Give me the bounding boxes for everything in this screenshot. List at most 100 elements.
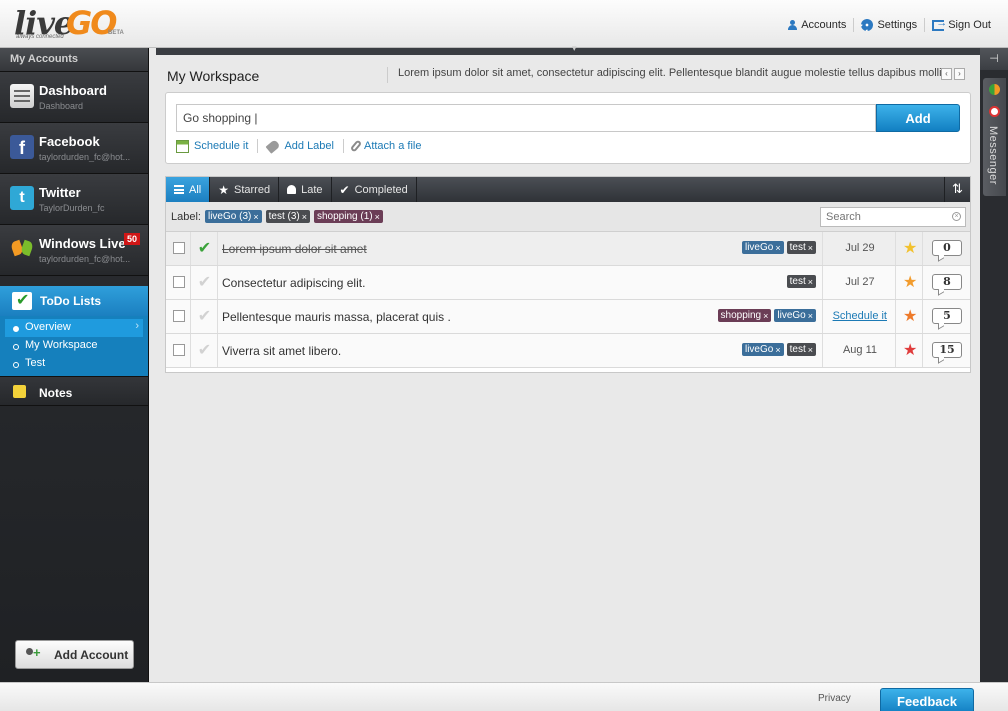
todo-lists-label: ToDo Lists — [40, 294, 102, 308]
remove-icon[interactable]: × — [775, 345, 780, 355]
task-tag-text: test — [789, 276, 806, 287]
comment-count-icon[interactable]: 15 — [932, 342, 962, 358]
task-text[interactable]: Lorem ipsum dolor sit amet — [222, 242, 367, 256]
task-tag[interactable]: liveGo × — [741, 343, 784, 356]
clear-search-icon[interactable]: × — [952, 212, 961, 221]
sidebar-account-windows-live[interactable]: Windows Live taylordurden_fc@hot... 50 — [0, 225, 148, 276]
complete-check-icon[interactable]: ✔ — [192, 266, 218, 299]
label-chip-text: shopping (1) — [317, 211, 373, 222]
privacy-link[interactable]: Privacy — [818, 693, 851, 704]
label-chip-livego[interactable]: liveGo (3) × — [204, 210, 262, 223]
column-divider — [922, 266, 923, 299]
remove-icon[interactable]: × — [808, 311, 813, 321]
account-subtitle: taylordurden_fc@hot... — [39, 254, 131, 264]
remove-icon[interactable]: × — [775, 243, 780, 253]
accounts-link[interactable]: Accounts — [780, 19, 853, 31]
star-icon[interactable]: ★ — [903, 306, 917, 326]
add-account-button[interactable]: Add Account — [15, 640, 134, 669]
task-tag[interactable]: test × — [786, 275, 816, 288]
task-tag[interactable]: shopping × — [717, 309, 772, 322]
sign-out-link[interactable]: Sign Out — [925, 17, 998, 31]
account-name: Facebook — [39, 134, 100, 149]
comment-count-icon[interactable]: 8 — [932, 274, 962, 290]
filter-late[interactable]: Late — [279, 177, 332, 202]
schedule-it-link[interactable]: Schedule it — [833, 310, 887, 322]
task-options: Schedule it Add Label Attach a file — [176, 138, 421, 154]
task-tag[interactable]: liveGo × — [741, 241, 784, 254]
sort-icon[interactable]: ⇅ — [944, 177, 970, 202]
comment-count-icon[interactable]: 0 — [932, 240, 962, 256]
account-subtitle: taylordurden_fc@hot... — [39, 152, 131, 162]
sidebar-account-twitter[interactable]: t Twitter TaylorDurden_fc — [0, 174, 148, 225]
task-row[interactable]: ✔ Viverra sit amet libero. liveGo × test × Aug… — [166, 334, 970, 368]
todo-item-label: My Workspace — [25, 339, 98, 351]
add-task-button[interactable]: Add — [876, 104, 960, 132]
todo-item-my-workspace[interactable]: My Workspace — [5, 337, 143, 355]
calendar-icon — [176, 139, 189, 153]
remove-icon[interactable]: × — [253, 212, 258, 222]
remove-icon[interactable]: × — [808, 345, 813, 355]
complete-check-icon[interactable]: ✔ — [192, 300, 218, 333]
todo-item-test[interactable]: Test — [5, 355, 143, 373]
task-tag[interactable]: liveGo × — [774, 309, 816, 322]
checkbox-cell — [166, 232, 191, 265]
pin-icon[interactable]: ⊣ — [980, 48, 1008, 70]
remove-icon[interactable]: × — [763, 311, 768, 321]
livego-logo[interactable]: live GO always connected BETA — [14, 4, 132, 44]
remove-icon[interactable]: × — [808, 277, 813, 287]
complete-check-icon[interactable]: ✔ — [192, 232, 218, 265]
settings-label: Settings — [877, 19, 918, 31]
ticker-prev-button[interactable]: ‹ — [941, 68, 952, 80]
label-chip-test[interactable]: test (3) × — [265, 210, 310, 223]
sidebar-account-dashboard[interactable]: Dashboard Dashboard — [0, 72, 148, 123]
task-tag[interactable]: test × — [786, 343, 816, 356]
filter-all[interactable]: All — [166, 177, 211, 202]
sidebar-notes[interactable]: Notes — [0, 376, 148, 406]
todo-item-overview[interactable]: Overview › — [5, 319, 143, 337]
filter-completed[interactable]: ✔ Completed — [332, 177, 417, 202]
chat-service-icon — [989, 84, 1000, 95]
checkbox-cell — [166, 266, 191, 299]
task-text[interactable]: Consectetur adipiscing elit. — [222, 276, 365, 290]
task-row[interactable]: ✔ Consectetur adipiscing elit. test × Jul 27… — [166, 266, 970, 300]
sidebar-account-facebook[interactable]: f Facebook taylordurden_fc@hot... — [0, 123, 148, 174]
complete-check-icon[interactable]: ✔ — [192, 334, 218, 367]
label-chip-shopping[interactable]: shopping (1) × — [314, 210, 383, 223]
star-icon[interactable]: ★ — [903, 272, 917, 292]
task-row[interactable]: ✔ Pellentesque mauris massa, placerat qui… — [166, 300, 970, 334]
ticker-next-button[interactable]: › — [954, 68, 965, 80]
news-ticker: Lorem ipsum dolor sit amet, consectetur … — [387, 67, 970, 83]
attach-file-link[interactable]: Attach a file — [349, 139, 421, 153]
collapse-strip[interactable] — [156, 43, 980, 55]
comment-count-icon[interactable]: 5 — [932, 308, 962, 324]
feedback-button[interactable]: Feedback — [880, 688, 974, 711]
filter-bar: All ★ Starred Late ✔ Completed ⇅ — [166, 177, 970, 202]
task-checkbox[interactable] — [173, 344, 185, 356]
remove-icon[interactable]: × — [302, 212, 307, 222]
task-text[interactable]: Pellentesque mauris massa, placerat quis… — [222, 310, 451, 324]
remove-icon[interactable]: × — [808, 243, 813, 253]
remove-icon[interactable]: × — [375, 212, 380, 222]
messenger-tab[interactable]: Messenger — [983, 78, 1006, 196]
star-icon[interactable]: ★ — [903, 238, 917, 258]
settings-link[interactable]: Settings — [854, 19, 924, 31]
top-header: live GO always connected BETA Accounts S… — [0, 0, 1008, 48]
task-row[interactable]: ✔ Lorem ipsum dolor sit amet liveGo × test × J… — [166, 232, 970, 266]
label-search-input[interactable] — [820, 207, 966, 227]
account-subtitle: TaylorDurden_fc — [39, 203, 105, 213]
schedule-it-link[interactable]: Schedule it — [176, 139, 248, 153]
filter-starred[interactable]: ★ Starred — [210, 177, 280, 202]
task-checkbox[interactable] — [173, 310, 185, 322]
column-divider — [922, 232, 923, 265]
task-text[interactable]: Viverra sit amet libero. — [222, 344, 341, 358]
new-task-input[interactable] — [176, 104, 876, 132]
sign-out-label: Sign Out — [948, 19, 991, 31]
due-date-cell: Jul 27 — [822, 266, 896, 299]
task-checkbox[interactable] — [173, 242, 185, 254]
task-checkbox[interactable] — [173, 276, 185, 288]
add-label-link[interactable]: Add Label — [265, 138, 334, 154]
paperclip-icon — [349, 139, 363, 153]
star-icon[interactable]: ★ — [903, 340, 917, 360]
task-tag[interactable]: test × — [786, 241, 816, 254]
sidebar-todo-lists[interactable]: ToDo Lists — [0, 286, 148, 316]
